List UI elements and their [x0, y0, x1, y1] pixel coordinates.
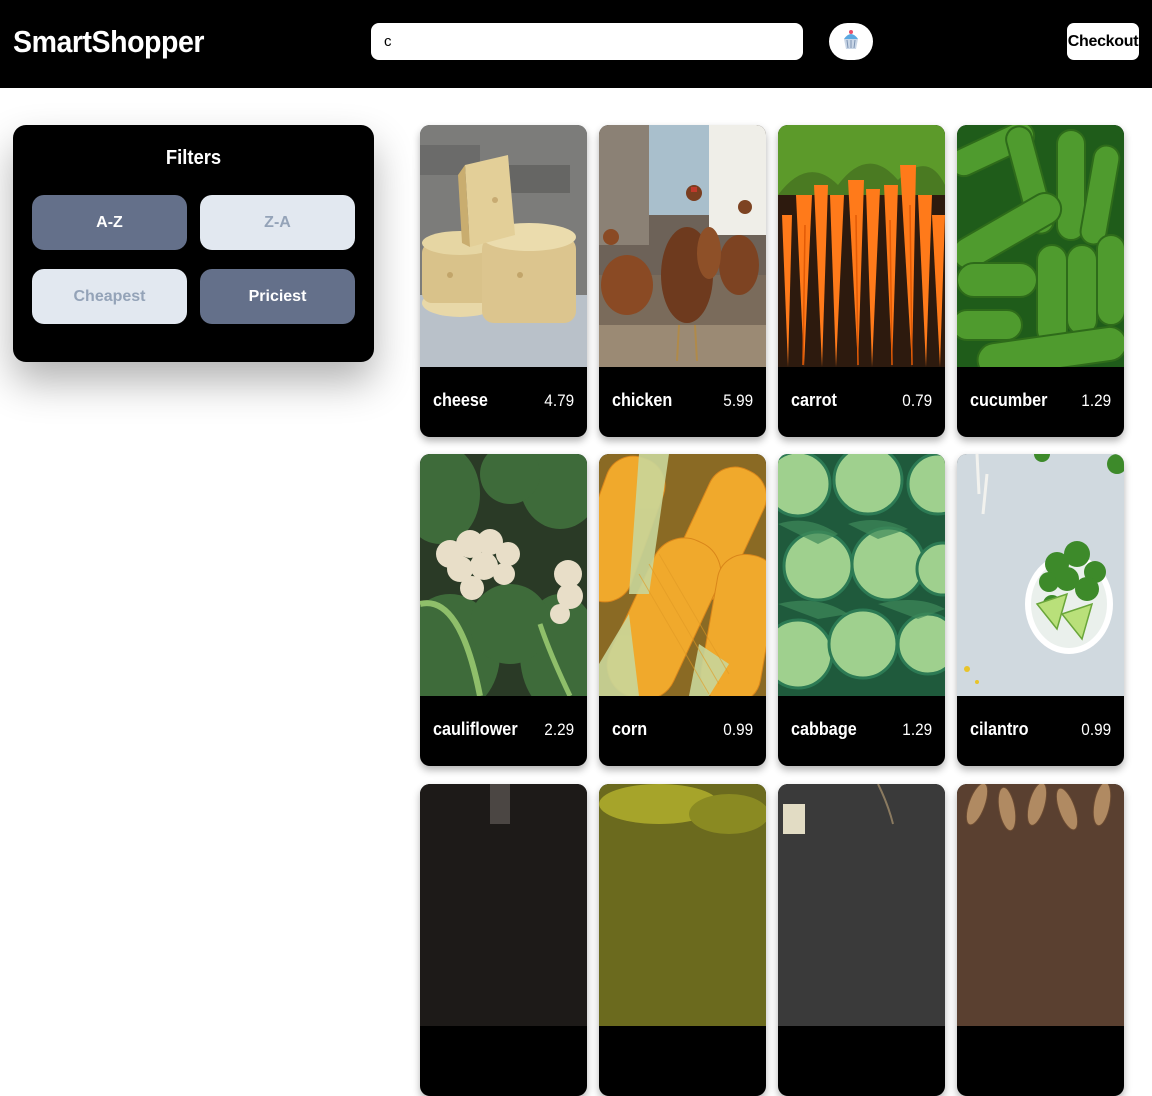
sort-a-z-button[interactable]: A-Z [32, 195, 187, 250]
product-name: cheese [433, 390, 488, 410]
filters-panel: Filters A-Z Z-A Cheapest Priciest [13, 125, 374, 362]
product-card-cabbage[interactable]: cabbage 1.29 [778, 454, 945, 766]
cheese-image [420, 125, 587, 367]
checkout-button[interactable]: Checkout [1067, 23, 1139, 60]
product-price: 0.99 [723, 720, 753, 739]
search-input[interactable] [371, 23, 803, 60]
product-card-corn[interactable]: corn 0.99 [599, 454, 766, 766]
cabbage-image [778, 454, 945, 696]
top-nav-bar: SmartShopper Checkout [0, 0, 1152, 88]
product-price: 1.29 [902, 720, 932, 739]
cauliflower-image [420, 454, 587, 696]
product-price: 5.99 [723, 391, 753, 410]
product-image [599, 784, 766, 1026]
sort-z-a-button[interactable]: Z-A [200, 195, 355, 250]
product-card-cilantro[interactable]: cilantro 0.99 [957, 454, 1124, 766]
cilantro-image [957, 454, 1124, 696]
cupcake-icon [841, 29, 861, 54]
cart-button[interactable] [829, 23, 873, 60]
cucumber-image [957, 125, 1124, 367]
product-name: cucumber [970, 390, 1048, 410]
product-image [957, 784, 1124, 1026]
product-card-partial[interactable] [420, 784, 587, 1096]
product-card-carrot[interactable]: carrot 0.79 [778, 125, 945, 437]
app-logo[interactable]: SmartShopper [13, 24, 204, 60]
product-name: carrot [791, 390, 837, 410]
product-card-cheese[interactable]: cheese 4.79 [420, 125, 587, 437]
filters-title: Filters [165, 147, 222, 169]
product-name: chicken [612, 390, 673, 410]
product-card-cucumber[interactable]: cucumber 1.29 [957, 125, 1124, 437]
product-name: corn [612, 719, 648, 739]
product-name: cabbage [791, 719, 857, 739]
product-card-partial[interactable] [778, 784, 945, 1096]
product-card-chicken[interactable]: chicken 5.99 [599, 125, 766, 437]
product-card-partial[interactable] [599, 784, 766, 1096]
product-image [420, 784, 587, 1026]
product-price: 2.29 [544, 720, 574, 739]
corn-image [599, 454, 766, 696]
sort-priciest-button[interactable]: Priciest [200, 269, 355, 324]
product-card-partial[interactable] [957, 784, 1124, 1096]
chicken-image [599, 125, 766, 367]
sort-cheapest-button[interactable]: Cheapest [32, 269, 187, 324]
product-name: cauliflower [433, 719, 518, 739]
product-price: 0.99 [1081, 720, 1111, 739]
product-price: 0.79 [902, 391, 932, 410]
product-price: 4.79 [544, 391, 574, 410]
product-name: cilantro [970, 719, 1029, 739]
product-price: 1.29 [1081, 391, 1111, 410]
product-card-cauliflower[interactable]: cauliflower 2.29 [420, 454, 587, 766]
carrot-image [778, 125, 945, 367]
product-image [778, 784, 945, 1026]
